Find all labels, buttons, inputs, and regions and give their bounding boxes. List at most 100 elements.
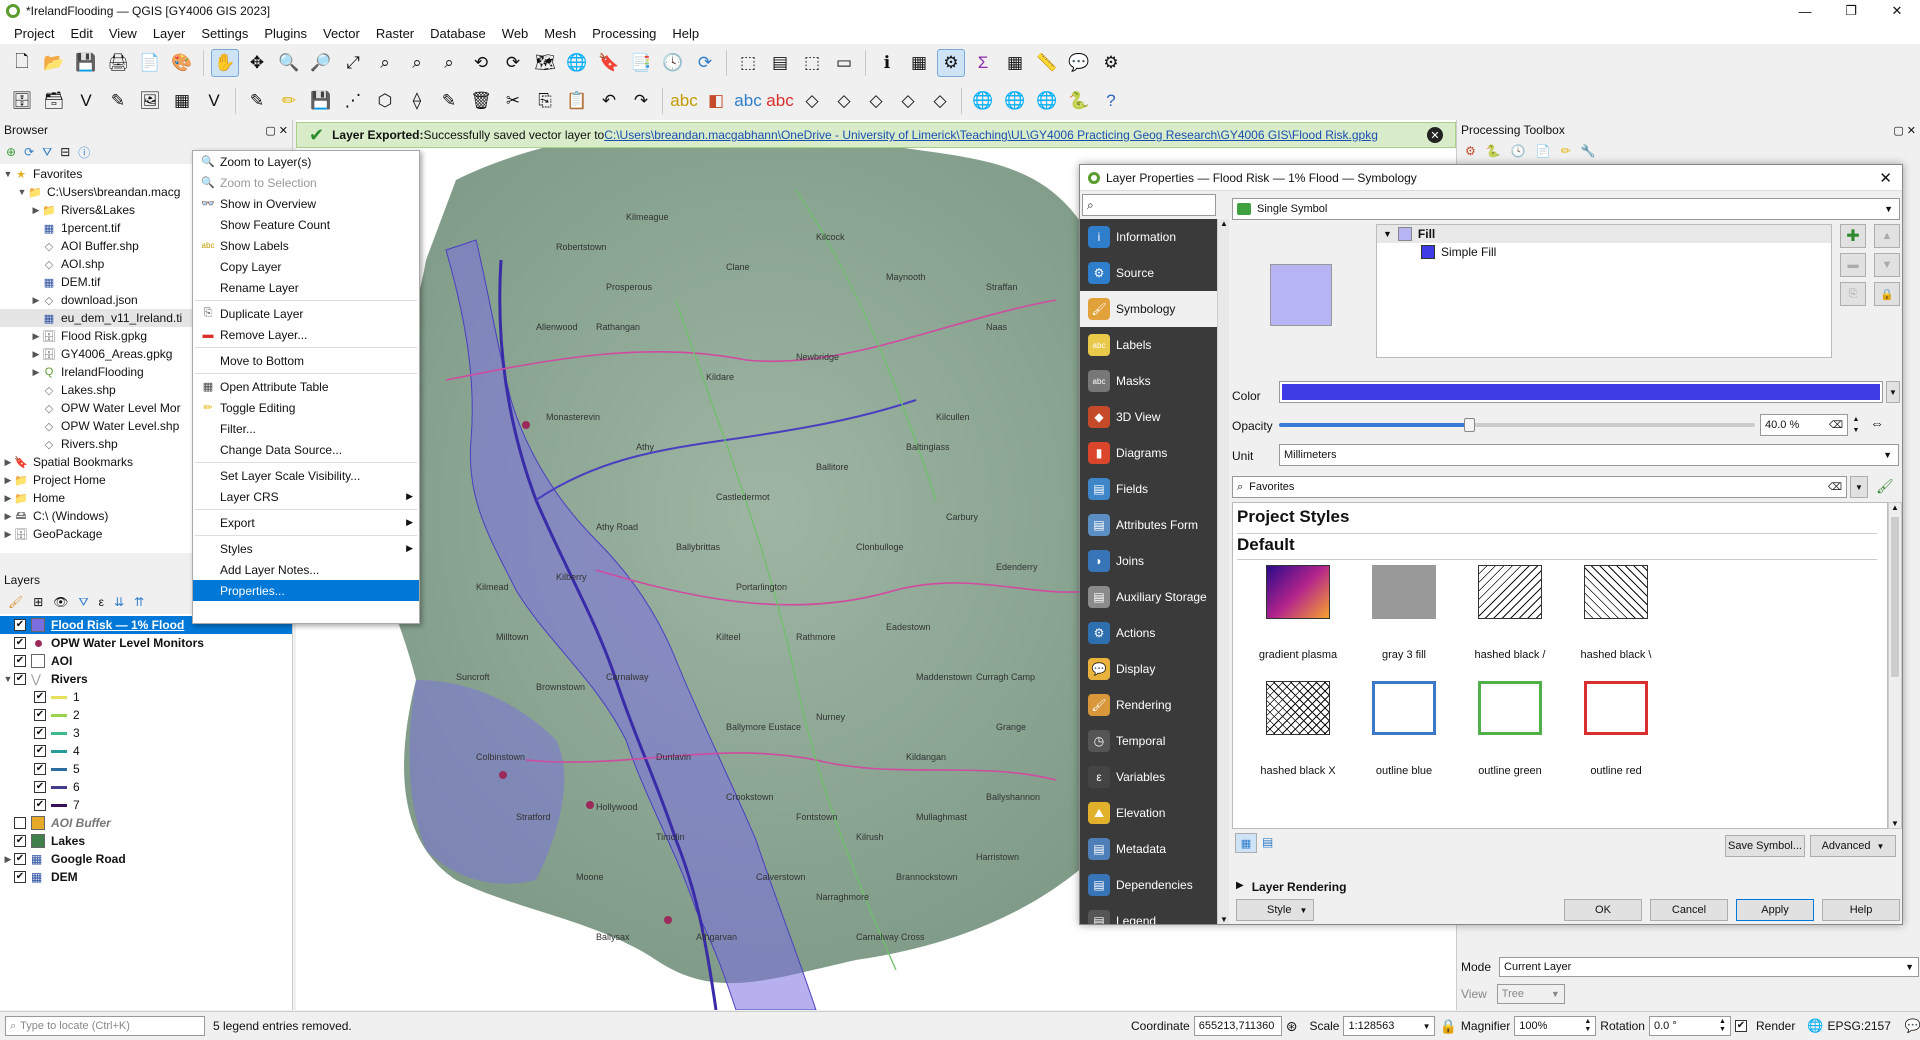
change-label-icon[interactable]: ◇ [894, 87, 922, 115]
sidebar-item-actions[interactable]: ⚙ Actions [1080, 615, 1217, 651]
layer-visibility-checkbox[interactable]: ✔ [34, 709, 46, 721]
library-search[interactable]: ⌕ Favorites ⌫ [1232, 476, 1847, 498]
scroll-down-icon[interactable]: ▼ [1891, 819, 1899, 828]
save-edits-icon[interactable]: 💾 [307, 87, 335, 115]
dialog-close-icon[interactable]: ✕ [1879, 169, 1892, 187]
layer-visibility-checkbox[interactable]: ✔ [14, 673, 26, 685]
delete-selected-icon[interactable]: 🗑 [467, 87, 495, 115]
data-defined-override-icon[interactable]: ⇔ [1870, 415, 1884, 431]
move-up-icon[interactable]: ▲ [1874, 224, 1900, 248]
icon-view-icon[interactable]: ▦ [1235, 833, 1257, 853]
layer-visibility-checkbox[interactable]: ✔ [14, 619, 26, 631]
python-console-icon[interactable]: 🐍 [1065, 87, 1093, 115]
locator-input[interactable]: ⌕ Type to locate (Ctrl+K) [5, 1016, 205, 1036]
menu-processing[interactable]: Processing [584, 26, 664, 41]
menu-help[interactable]: Help [664, 26, 707, 41]
symbol-tree-simple-fill-row[interactable]: Simple Fill [1377, 243, 1831, 261]
chevron-right-icon[interactable]: ▶ [30, 331, 42, 342]
layout-manager-icon[interactable]: 📄 [136, 49, 164, 77]
remove-symbol-layer-icon[interactable]: ▬ [1840, 253, 1866, 277]
layer-item[interactable]: ✔ 5 [0, 760, 292, 778]
magnifier-stepper[interactable]: ▲ ▼ [1584, 1018, 1591, 1034]
rotation-stepper[interactable]: ▲ ▼ [1719, 1018, 1726, 1034]
scroll-up-icon[interactable]: ▲ [1891, 503, 1899, 512]
layer-item[interactable]: ✔ 3 [0, 724, 292, 742]
context-menu-item[interactable]: Change Data Source... [193, 439, 419, 460]
symbol-outline-blue[interactable]: outline blue [1349, 681, 1459, 777]
context-menu-item[interactable]: Layer CRS ▶ [193, 486, 419, 507]
pin-labels-icon[interactable]: abc [766, 87, 794, 115]
menu-edit[interactable]: Edit [62, 26, 100, 41]
vertex-tool-icon[interactable]: ⟠ [403, 87, 431, 115]
chevron-right-icon[interactable]: ▶ [2, 457, 14, 468]
opacity-stepper[interactable]: ▲ ▼ [1850, 414, 1862, 436]
sidebar-item-variables[interactable]: ε Variables [1080, 759, 1217, 795]
style-button[interactable]: Style ▼ [1236, 899, 1314, 921]
filter-legend-icon[interactable]: ⛛ [79, 595, 89, 610]
layer-item[interactable]: ▼ ✔ ⋁ Rivers [0, 670, 292, 688]
collapse-all-icon[interactable]: ⇈ [134, 595, 144, 609]
identify-icon[interactable]: ℹ [873, 49, 901, 77]
color-dropdown[interactable]: ▼ [1886, 381, 1900, 403]
sidebar-item-symbology[interactable]: 🖌 Symbology [1080, 291, 1217, 327]
symbol-outline-green[interactable]: outline green [1455, 681, 1565, 777]
scale-field[interactable]: 1:128563 ▼ [1343, 1016, 1436, 1036]
sidebar-item-display[interactable]: 💬 Display [1080, 651, 1217, 687]
pan-to-selection-icon[interactable]: ✥ [243, 49, 271, 77]
context-menu-item[interactable]: abc Show Labels [193, 235, 419, 256]
list-view-icon[interactable]: ▤ [1262, 835, 1273, 849]
layer-item[interactable]: ▶ ✔ ▦ Google Road [0, 850, 292, 868]
add-symbol-layer-icon[interactable]: ✚ [1840, 224, 1866, 248]
color-button[interactable] [1279, 381, 1883, 403]
chevron-down-icon[interactable]: ▼ [16, 187, 28, 197]
layer-item[interactable]: ✔ 4 [0, 742, 292, 760]
sidebar-item-rendering[interactable]: 🖌 Rendering [1080, 687, 1217, 723]
sidebar-item-3d-view[interactable]: ◆ 3D View [1080, 399, 1217, 435]
chevron-right-icon[interactable]: ▶ [2, 529, 14, 540]
sidebar-item-auxiliary-storage[interactable]: ▤ Auxiliary Storage [1080, 579, 1217, 615]
expand-all-icon[interactable]: ⇊ [114, 595, 124, 609]
chevron-right-icon[interactable]: ▶ [30, 349, 42, 360]
menu-mesh[interactable]: Mesh [536, 26, 584, 41]
add-feature-icon[interactable]: ⬡ [371, 87, 399, 115]
context-menu-item[interactable]: 🔍 Zoom to Layer(s) [193, 151, 419, 172]
new-project-icon[interactable]: 🗋 [8, 49, 36, 77]
context-menu-item[interactable]: Move to Bottom [193, 350, 419, 371]
context-menu-item[interactable]: Set Layer Scale Visibility... [193, 465, 419, 486]
cancel-button[interactable]: Cancel [1650, 899, 1728, 921]
filter-icon[interactable]: ⛛ [42, 145, 52, 160]
context-menu-item[interactable]: Properties... [193, 580, 419, 601]
chevron-icon[interactable]: ▼ [2, 674, 14, 684]
dialog-search-box[interactable]: ⌕ [1082, 194, 1216, 216]
add-vector-icon[interactable]: V [72, 87, 100, 115]
show-bookmarks-icon[interactable]: 📑 [627, 49, 655, 77]
copy-features-icon[interactable]: ⎘ [531, 87, 559, 115]
move-label-icon[interactable]: ◇ [830, 87, 858, 115]
move-down-icon[interactable]: ▼ [1874, 253, 1900, 277]
mode-select[interactable]: Current Layer ▼ [1499, 957, 1920, 977]
renderer-select[interactable]: Single Symbol ▼ [1232, 198, 1900, 220]
bookmark-new-icon[interactable]: 🔖 [595, 49, 623, 77]
scripts-icon[interactable]: 🐍 [1486, 144, 1501, 158]
library-scrollbar[interactable]: ▲ ▼ [1888, 502, 1902, 829]
layer-visibility-checkbox[interactable] [14, 817, 26, 829]
layer-visibility-checkbox[interactable]: ✔ [14, 853, 26, 865]
rotation-field[interactable]: 0.0 ° ▲ ▼ [1648, 1016, 1731, 1036]
sidebar-item-dependencies[interactable]: ▤ Dependencies [1080, 867, 1217, 903]
models-icon[interactable]: ⚙ [1465, 144, 1476, 158]
chevron-down-icon[interactable]: ▼ [1383, 229, 1392, 239]
opacity-spinbox[interactable]: 40.0 % ⌫ [1760, 414, 1848, 436]
open-project-icon[interactable]: 📂 [40, 49, 68, 77]
menu-vector[interactable]: Vector [315, 26, 368, 41]
redo-icon[interactable]: ↷ [627, 87, 655, 115]
symbol-hashed-black[interactable]: hashed black / [1455, 565, 1565, 661]
settings-gear-icon[interactable]: ⚙ [937, 49, 965, 77]
context-menu-item[interactable]: Styles ▶ [193, 538, 419, 559]
metasearch-icon[interactable]: 🌐 [969, 87, 997, 115]
deselect-all-icon[interactable]: ⬚ [798, 49, 826, 77]
context-menu-item[interactable]: Add Layer Notes... [193, 559, 419, 580]
select-location-icon[interactable]: ▭ [830, 49, 858, 77]
layer-item[interactable]: ✔ AOI [0, 652, 292, 670]
layer-item[interactable]: ✔ ▦ DEM [0, 868, 292, 886]
layer-item[interactable]: ✔ OPW Water Level Monitors [0, 634, 292, 652]
